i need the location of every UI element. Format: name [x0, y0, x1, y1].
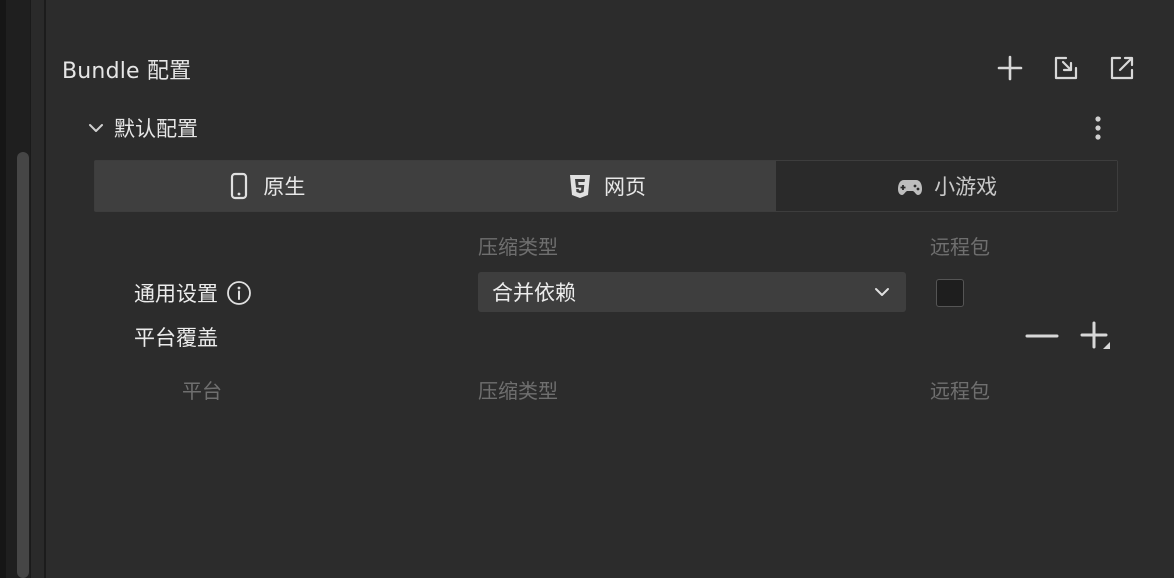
general-settings-row: 通用设置	[134, 278, 252, 308]
default-config-group[interactable]: 默认配置	[86, 112, 198, 144]
add-override-icon[interactable]	[1078, 318, 1114, 354]
chevron-down-icon	[875, 288, 889, 296]
plus-icon[interactable]	[994, 52, 1026, 84]
tab-native[interactable]: 原生	[95, 161, 436, 211]
platform-override-label: 平台覆盖	[134, 326, 218, 350]
more-vertical-icon[interactable]	[1084, 112, 1112, 144]
section-title: Bundle 配置	[62, 59, 192, 84]
general-settings-label: 通用设置	[134, 282, 218, 306]
panel-divider[interactable]	[30, 0, 46, 578]
info-icon[interactable]	[226, 280, 252, 306]
left-scroll-track[interactable]	[6, 0, 30, 578]
column-header-platform: 平台	[182, 379, 222, 403]
tab-minigame[interactable]: 小游戏	[776, 161, 1118, 211]
tab-label: 网页	[604, 175, 646, 199]
remote-bundle-checkbox[interactable]	[936, 279, 964, 307]
export-icon[interactable]	[1106, 52, 1138, 84]
html5-icon	[570, 175, 590, 198]
scrollbar-thumb[interactable]	[17, 152, 29, 578]
tab-web[interactable]: 网页	[435, 161, 777, 211]
column-header-compression: 压缩类型	[478, 379, 558, 403]
bundle-config-panel: Bundle 配置 默认配置 原生 网页 小游戏 压缩类型 远程包 通用设置 合…	[46, 0, 1174, 578]
mobile-phone-icon	[231, 172, 248, 200]
group-title: 默认配置	[114, 117, 198, 141]
tab-label: 小游戏	[934, 175, 998, 199]
column-header-remote: 远程包	[930, 235, 990, 259]
chevron-down-icon[interactable]	[86, 118, 106, 138]
gamepad-icon	[898, 180, 923, 195]
import-icon[interactable]	[1050, 52, 1082, 84]
column-header-compression: 压缩类型	[478, 235, 558, 259]
platform-tabs: 原生 网页 小游戏	[94, 160, 1118, 212]
column-header-remote: 远程包	[930, 379, 990, 403]
tab-label: 原生	[263, 175, 306, 199]
minus-icon[interactable]	[1024, 318, 1060, 354]
compression-type-select[interactable]: 合并依赖	[478, 272, 906, 312]
select-value: 合并依赖	[492, 281, 576, 305]
